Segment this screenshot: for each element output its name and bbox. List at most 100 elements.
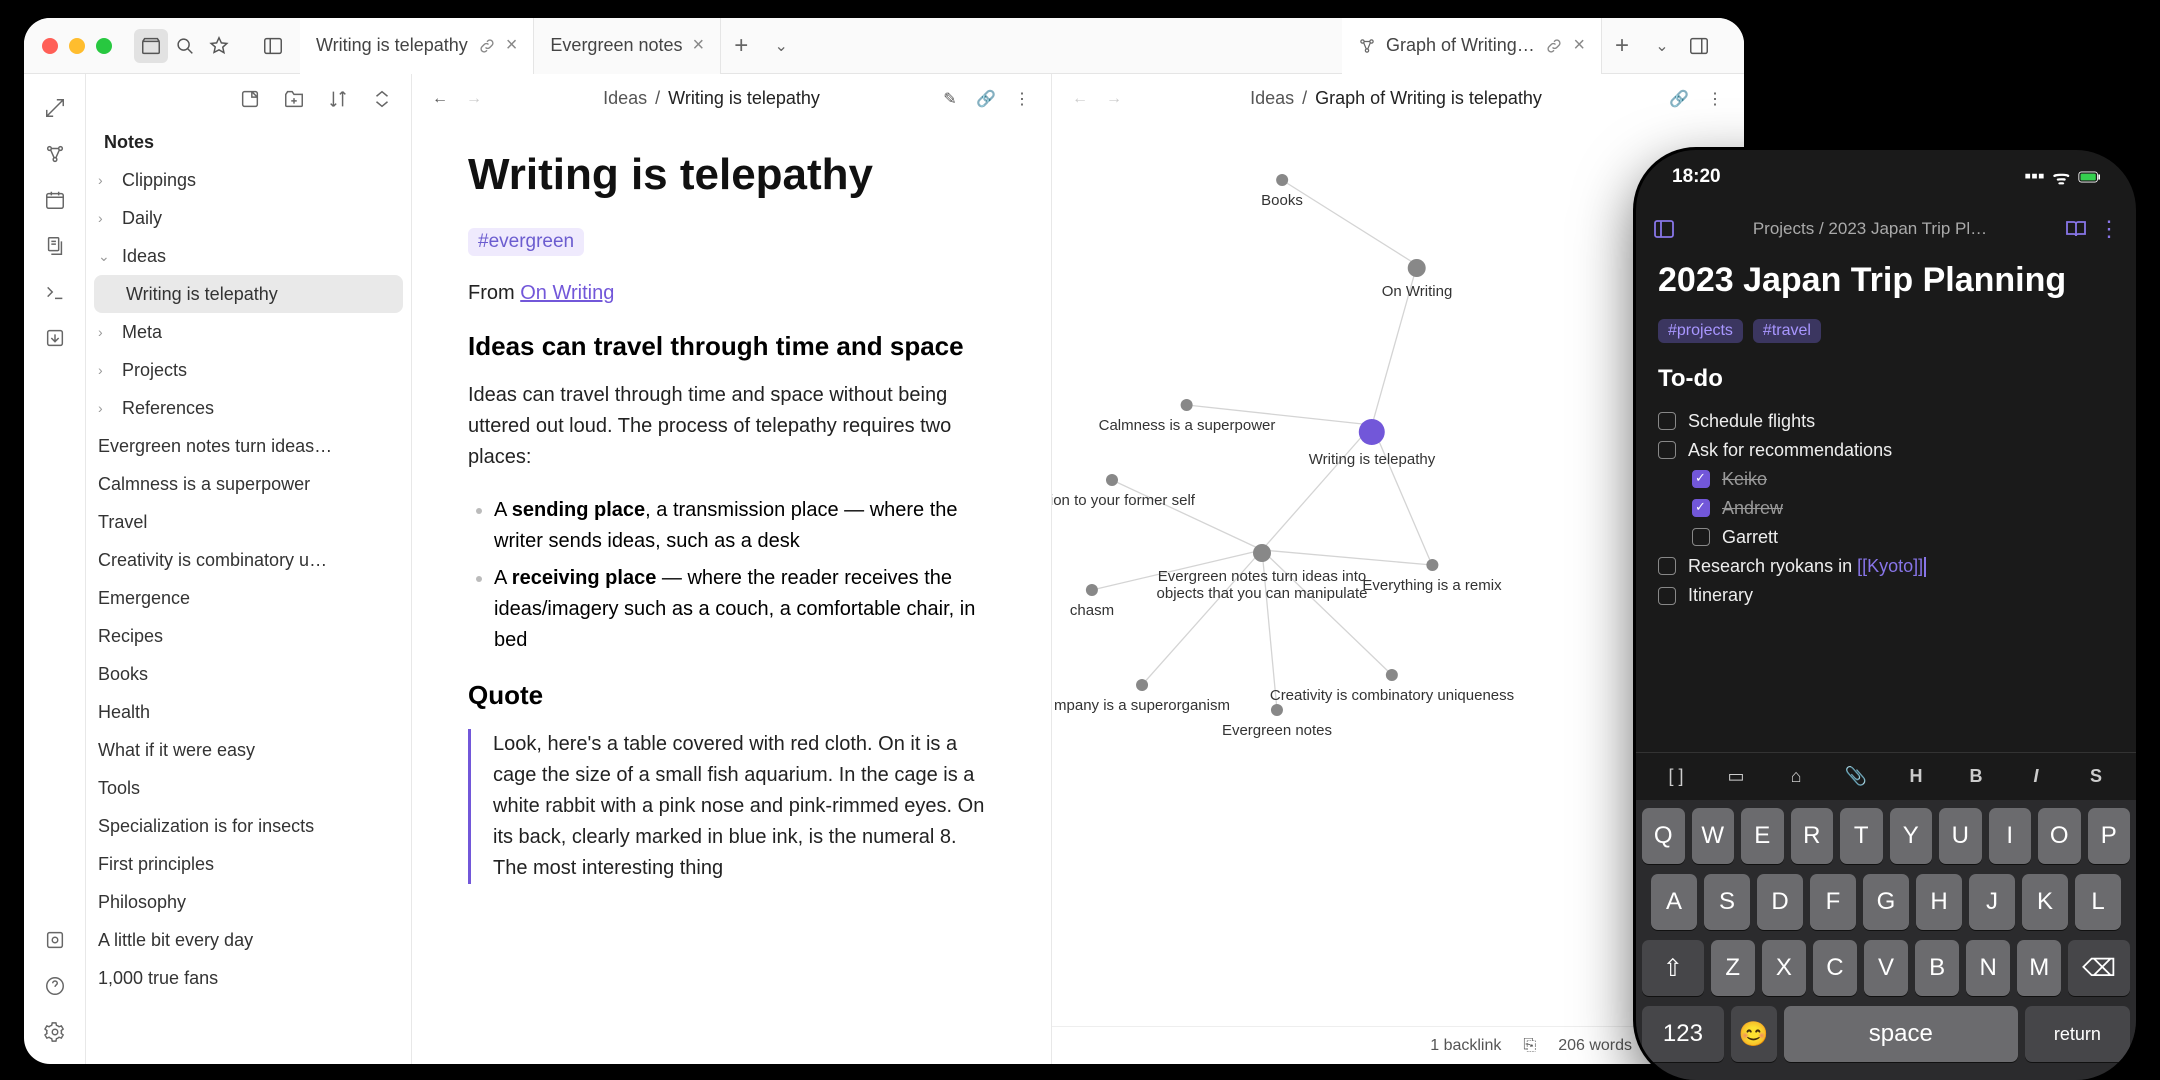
- more-icon[interactable]: ⋮: [2098, 216, 2120, 242]
- checkbox[interactable]: [1692, 470, 1710, 488]
- key-d[interactable]: D: [1757, 874, 1803, 930]
- key-c[interactable]: C: [1813, 940, 1857, 996]
- link-icon[interactable]: 🔗: [971, 84, 1001, 114]
- quick-switcher-icon[interactable]: [35, 88, 75, 128]
- sidebar-item[interactable]: ›References: [86, 389, 411, 427]
- sidebar-item[interactable]: Evergreen notes turn ideas…: [86, 427, 411, 465]
- close-tab-icon[interactable]: ×: [1573, 34, 1585, 57]
- chevron-icon[interactable]: ⌄: [98, 248, 116, 265]
- sidebar-item[interactable]: Travel: [86, 503, 411, 541]
- sidebar-item[interactable]: 1,000 true fans: [86, 959, 411, 997]
- sidebar-item[interactable]: Philosophy: [86, 883, 411, 921]
- link-icon[interactable]: 🔗: [1664, 84, 1694, 114]
- chevron-icon[interactable]: ›: [98, 400, 116, 416]
- key-k[interactable]: K: [2022, 874, 2068, 930]
- checkbox[interactable]: [1658, 412, 1676, 430]
- sidebar-item[interactable]: A little bit every day: [86, 921, 411, 959]
- tag[interactable]: #travel: [1753, 319, 1821, 343]
- key-space[interactable]: space: [1784, 1006, 2018, 1062]
- phone-breadcrumb[interactable]: Projects / 2023 Japan Trip Pl…: [1686, 219, 2054, 239]
- todo-item[interactable]: Andrew: [1658, 494, 2114, 523]
- key-i[interactable]: I: [1989, 808, 2032, 864]
- checkbox[interactable]: [1658, 441, 1676, 459]
- graph-node[interactable]: Everything is a remix: [1362, 559, 1501, 594]
- key-w[interactable]: W: [1692, 808, 1735, 864]
- nav-forward-button[interactable]: →: [460, 85, 488, 113]
- new-tab-button[interactable]: +: [721, 32, 761, 60]
- sidebar-item[interactable]: Writing is telepathy: [94, 275, 403, 313]
- sidebar-item[interactable]: Specialization is for insects: [86, 807, 411, 845]
- templates-icon[interactable]: [35, 226, 75, 266]
- graph-ribbon-icon[interactable]: [35, 134, 75, 174]
- key-r[interactable]: R: [1791, 808, 1834, 864]
- checkbox[interactable]: [1692, 499, 1710, 517]
- sidebar-item[interactable]: Tools: [86, 769, 411, 807]
- tab-dropdown-button[interactable]: ⌄: [761, 36, 801, 56]
- new-tab-button-right[interactable]: +: [1602, 32, 1642, 60]
- todo-item[interactable]: Garrett: [1658, 523, 2114, 552]
- key-g[interactable]: G: [1863, 874, 1909, 930]
- tag[interactable]: #projects: [1658, 319, 1743, 343]
- tag-evergreen[interactable]: #evergreen: [468, 228, 584, 256]
- sidebar-item[interactable]: ›Projects: [86, 351, 411, 389]
- maximize-window-button[interactable]: [96, 38, 112, 54]
- chevron-icon[interactable]: ›: [98, 172, 116, 188]
- link-on-writing[interactable]: On Writing: [520, 282, 614, 304]
- graph-node[interactable]: gation to your former self: [1052, 474, 1222, 509]
- todo-item[interactable]: Schedule flights: [1658, 407, 2114, 436]
- toolbar-brackets[interactable]: [ ]: [1656, 766, 1696, 787]
- key-h[interactable]: H: [1916, 874, 1962, 930]
- checkbox[interactable]: [1658, 587, 1676, 605]
- tab-graph[interactable]: Graph of Writing is t… ×: [1342, 18, 1602, 74]
- command-icon[interactable]: [35, 272, 75, 312]
- toolbar-bold[interactable]: B: [1956, 766, 1996, 787]
- key-s[interactable]: S: [1704, 874, 1750, 930]
- editor-content[interactable]: Writing is telepathy #evergreen From On …: [412, 124, 1051, 1064]
- minimize-window-button[interactable]: [69, 38, 85, 54]
- key-l[interactable]: L: [2075, 874, 2121, 930]
- graph-node[interactable]: Books: [1261, 174, 1303, 209]
- toolbar-tag[interactable]: ⌂: [1776, 766, 1816, 787]
- tab-writing-telepathy[interactable]: Writing is telepathy ×: [300, 18, 534, 74]
- sidebar-item[interactable]: Recipes: [86, 617, 411, 655]
- tab-evergreen-notes[interactable]: Evergreen notes ×: [534, 18, 721, 74]
- key-u[interactable]: U: [1939, 808, 1982, 864]
- checkbox[interactable]: [1692, 528, 1710, 546]
- sidebar-item[interactable]: ›Daily: [86, 199, 411, 237]
- todo-item[interactable]: Ask for recommendations: [1658, 436, 2114, 465]
- chevron-icon[interactable]: ›: [98, 210, 116, 226]
- collapse-icon[interactable]: [365, 82, 399, 116]
- star-button[interactable]: [202, 29, 236, 63]
- key-q[interactable]: Q: [1642, 808, 1685, 864]
- new-folder-icon[interactable]: [277, 82, 311, 116]
- sidebar-item[interactable]: Calmness is a superpower: [86, 465, 411, 503]
- graph-node[interactable]: On Writing: [1382, 259, 1453, 300]
- insert-icon[interactable]: [35, 318, 75, 358]
- close-tab-icon[interactable]: ×: [506, 34, 518, 57]
- graph-node[interactable]: Evergreen notes: [1222, 704, 1332, 739]
- graph-node[interactable]: Writing is telepathy: [1309, 419, 1435, 468]
- checkbox[interactable]: [1658, 557, 1676, 575]
- sidebar-item[interactable]: ⌄Ideas: [86, 237, 411, 275]
- key-t[interactable]: T: [1840, 808, 1883, 864]
- right-sidebar-toggle[interactable]: [1682, 29, 1716, 63]
- key-⌫[interactable]: ⌫: [2068, 940, 2130, 996]
- more-icon[interactable]: ⋮: [1007, 84, 1037, 114]
- close-tab-icon[interactable]: ×: [693, 34, 705, 57]
- calendar-icon[interactable]: [35, 180, 75, 220]
- key-j[interactable]: J: [1969, 874, 2015, 930]
- backlinks-count[interactable]: 1 backlink: [1430, 1037, 1501, 1055]
- nav-back-button[interactable]: ←: [1066, 85, 1094, 113]
- nav-back-button[interactable]: ←: [426, 85, 454, 113]
- reading-mode-icon[interactable]: [2064, 217, 2088, 241]
- sidebar-item[interactable]: Creativity is combinatory u…: [86, 541, 411, 579]
- key-😊[interactable]: 😊: [1731, 1006, 1777, 1062]
- graph-node[interactable]: Calmness is a superpower: [1099, 399, 1276, 434]
- sidebar-item[interactable]: Emergence: [86, 579, 411, 617]
- toolbar-italic[interactable]: I: [2016, 766, 2056, 787]
- toolbar-heading[interactable]: H: [1896, 766, 1936, 787]
- search-button[interactable]: [168, 29, 202, 63]
- new-note-icon[interactable]: [233, 82, 267, 116]
- close-window-button[interactable]: [42, 38, 58, 54]
- key-v[interactable]: V: [1864, 940, 1908, 996]
